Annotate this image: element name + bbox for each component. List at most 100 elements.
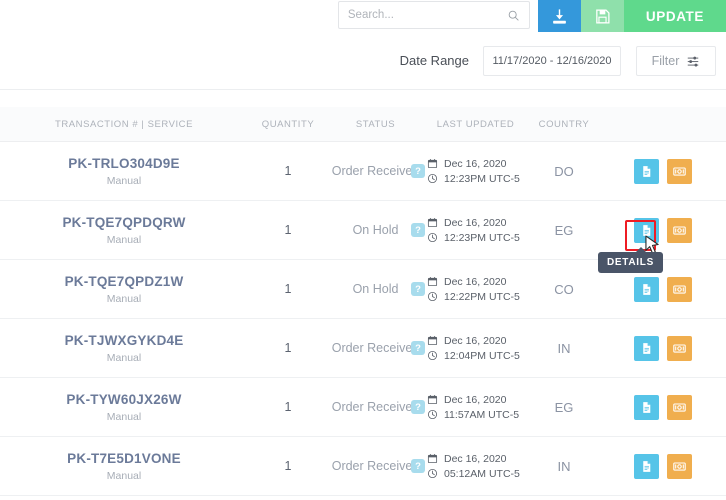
actions-cell: [600, 335, 726, 361]
updated-date: Dec 16, 2020: [444, 216, 507, 229]
updated-date: Dec 16, 2020: [444, 393, 507, 406]
calendar-icon: [427, 218, 438, 228]
money-icon: [673, 166, 686, 176]
search-box[interactable]: [337, 1, 530, 29]
details-button[interactable]: [634, 453, 659, 479]
transaction-id-link[interactable]: PK-TRLO304D9E: [68, 156, 179, 171]
clock-icon: [427, 350, 438, 361]
details-button[interactable]: [634, 394, 659, 420]
payment-button[interactable]: [667, 276, 692, 302]
actions-cell: [600, 394, 726, 420]
last-updated-cell: Dec 16, 2020 12:22PM UTC-5: [423, 276, 528, 303]
download-button[interactable]: [537, 0, 581, 32]
calendar-icon: [427, 277, 438, 287]
updated-date-line: Dec 16, 2020: [427, 276, 528, 288]
search-input[interactable]: [347, 9, 507, 21]
payment-button[interactable]: [667, 217, 692, 243]
details-button[interactable]: [634, 335, 659, 361]
updated-date: Dec 16, 2020: [444, 452, 507, 465]
status-text: Order Received: [331, 400, 420, 414]
status-help-badge[interactable]: ?: [411, 282, 425, 296]
status-help-badge[interactable]: ?: [411, 459, 425, 473]
payment-button[interactable]: [667, 158, 692, 184]
calendar-icon: [427, 395, 438, 405]
payment-button[interactable]: [667, 394, 692, 420]
updated-date-line: Dec 16, 2020: [427, 217, 528, 229]
details-button[interactable]: [634, 158, 659, 184]
transaction-cell: PK-TQE7QPDZ1W Manual: [0, 274, 248, 305]
updated-date-line: Dec 16, 2020: [427, 394, 528, 406]
details-button[interactable]: [634, 276, 659, 302]
quantity-cell: 1: [248, 223, 328, 237]
table-body: PK-TRLO304D9E Manual 1 Order Received? Dec 1…: [0, 142, 726, 496]
status-cell: On Hold?: [328, 223, 425, 237]
table-row[interactable]: PK-TQE7QPDQRW Manual 1 On Hold? Dec 16, 2020…: [0, 201, 726, 273]
status-cell: Order Received?: [328, 400, 425, 414]
money-icon: [673, 284, 686, 294]
actions-cell: DETAILS: [598, 217, 726, 273]
column-header-status[interactable]: STATUS: [328, 119, 423, 130]
updated-time: 12:23PM UTC-5: [444, 172, 520, 185]
clock-icon: [427, 409, 438, 420]
update-button[interactable]: UPDATE: [623, 0, 726, 32]
money-icon: [673, 461, 686, 471]
status-help-badge[interactable]: ?: [411, 400, 425, 414]
status-text: Order Received: [331, 459, 420, 473]
transaction-cell: PK-TRLO304D9E Manual: [0, 156, 248, 187]
country-cell: CO: [528, 282, 600, 297]
table-row[interactable]: PK-TRLO304D9E Manual 1 Order Received? Dec 1…: [0, 142, 726, 201]
floppy-save-icon: [596, 8, 610, 24]
filter-button[interactable]: Filter: [636, 45, 716, 76]
transaction-id-link[interactable]: PK-TYW60JX26W: [66, 392, 181, 407]
column-header-transaction[interactable]: TRANSACTION # | SERVICE: [0, 119, 248, 130]
country-code: EG: [554, 222, 574, 238]
quantity-value: 1: [284, 341, 292, 355]
column-header-quantity[interactable]: QUANTITY: [248, 119, 328, 130]
table-row[interactable]: PK-T7E5D1VONE Manual 1 Order Received? Dec 1…: [0, 437, 726, 496]
transaction-id-link[interactable]: PK-TQE7QPDQRW: [62, 215, 185, 230]
quantity-cell: 1: [248, 282, 328, 296]
updated-time-line: 05:12AM UTC-5: [427, 468, 528, 480]
document-icon: [643, 165, 651, 177]
status-cell: On Hold?: [328, 282, 425, 296]
column-header-country[interactable]: COUNTRY: [528, 119, 600, 130]
updated-time-line: 12:04PM UTC-5: [427, 350, 528, 362]
updated-time-line: 12:23PM UTC-5: [427, 173, 528, 185]
save-button[interactable]: [580, 0, 624, 32]
quantity-cell: 1: [248, 459, 328, 473]
actions-cell: [600, 276, 726, 302]
status-help-badge[interactable]: ?: [411, 341, 425, 355]
table-row[interactable]: PK-TJWXGYKD4E Manual 1 Order Received? Dec 1…: [0, 319, 726, 378]
sliders-icon: [688, 56, 699, 66]
transaction-id-link[interactable]: PK-TQE7QPDZ1W: [65, 274, 184, 289]
service-label: Manual: [106, 174, 142, 187]
document-icon: [643, 224, 651, 236]
quantity-value: 1: [284, 400, 292, 414]
transaction-cell: PK-TYW60JX26W Manual: [0, 392, 248, 423]
payment-button[interactable]: [667, 335, 692, 361]
quantity-value: 1: [284, 282, 292, 296]
status-help-badge[interactable]: ?: [411, 223, 425, 237]
last-updated-cell: Dec 16, 2020 12:23PM UTC-5: [423, 217, 528, 244]
table-row[interactable]: PK-TYW60JX26W Manual 1 Order Received? Dec 1…: [0, 378, 726, 437]
payment-button[interactable]: [667, 453, 692, 479]
quantity-value: 1: [284, 223, 292, 237]
calendar-icon: [427, 336, 438, 346]
details-button[interactable]: [634, 217, 659, 243]
status-text: Order Received: [331, 341, 420, 355]
document-icon: [643, 283, 651, 295]
status-help-badge[interactable]: ?: [411, 164, 425, 178]
transaction-id-link[interactable]: PK-TJWXGYKD4E: [65, 333, 184, 348]
last-updated-cell: Dec 16, 2020 12:04PM UTC-5: [423, 335, 528, 362]
column-header-last-updated[interactable]: LAST UPDATED: [423, 119, 528, 130]
filter-bar: Date Range 11/17/2020 - 12/16/2020 Filte…: [0, 32, 726, 90]
updated-date-line: Dec 16, 2020: [427, 453, 528, 465]
filter-label: Filter: [651, 53, 680, 68]
document-icon: [643, 342, 651, 354]
service-label: Manual: [106, 410, 142, 423]
table-header-row: TRANSACTION # | SERVICE QUANTITY STATUS …: [0, 107, 726, 142]
date-range-picker[interactable]: 11/17/2020 - 12/16/2020: [483, 45, 621, 76]
actions-cell: [600, 453, 726, 479]
transaction-id-link[interactable]: PK-T7E5D1VONE: [67, 451, 181, 466]
status-cell: Order Received?: [328, 459, 425, 473]
